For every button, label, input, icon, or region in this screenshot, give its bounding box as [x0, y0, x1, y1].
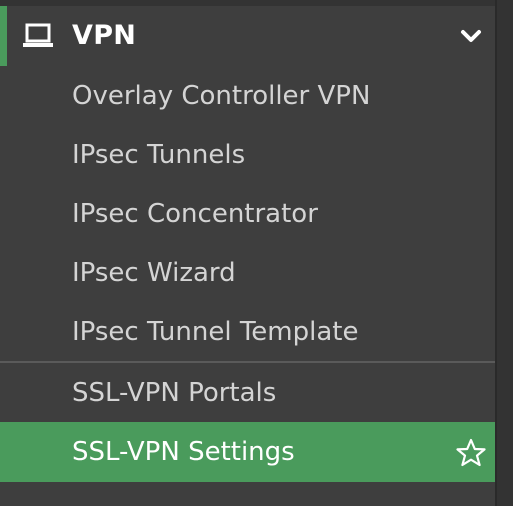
section-title: VPN — [72, 20, 137, 51]
section-header-vpn[interactable]: VPN — [0, 6, 495, 66]
laptop-icon — [23, 23, 53, 47]
chevron-down-icon[interactable] — [460, 28, 482, 44]
star-outline-icon[interactable] — [456, 438, 486, 468]
menu-item-label: IPsec Tunnels — [72, 139, 246, 170]
menu-item-ipsec-wizard[interactable]: IPsec Wizard — [0, 243, 495, 302]
bottom-strip — [0, 482, 495, 500]
scrollbar-track[interactable] — [497, 0, 513, 506]
menu-item-label: SSL-VPN Settings — [72, 437, 295, 467]
menu-item-label: IPsec Tunnel Template — [72, 316, 359, 347]
sidebar-nav: VPN Overlay Controller VPN IPsec Tunnels… — [0, 0, 497, 506]
menu-item-label: IPsec Wizard — [72, 257, 236, 288]
menu-item-label: IPsec Concentrator — [72, 198, 318, 229]
menu-item-label: SSL-VPN Portals — [72, 377, 277, 408]
menu-item-label: Overlay Controller VPN — [72, 80, 371, 111]
menu-item-ssl-vpn-settings[interactable]: SSL-VPN Settings — [0, 422, 495, 482]
menu-item-ssl-vpn-portals[interactable]: SSL-VPN Portals — [0, 363, 495, 422]
menu-item-ipsec-concentrator[interactable]: IPsec Concentrator — [0, 184, 495, 243]
menu-item-ipsec-tunnels[interactable]: IPsec Tunnels — [0, 125, 495, 184]
menu-item-overlay-controller-vpn[interactable]: Overlay Controller VPN — [0, 66, 495, 125]
menu-item-ipsec-tunnel-template[interactable]: IPsec Tunnel Template — [0, 302, 495, 361]
section-accent-bar — [0, 6, 7, 66]
